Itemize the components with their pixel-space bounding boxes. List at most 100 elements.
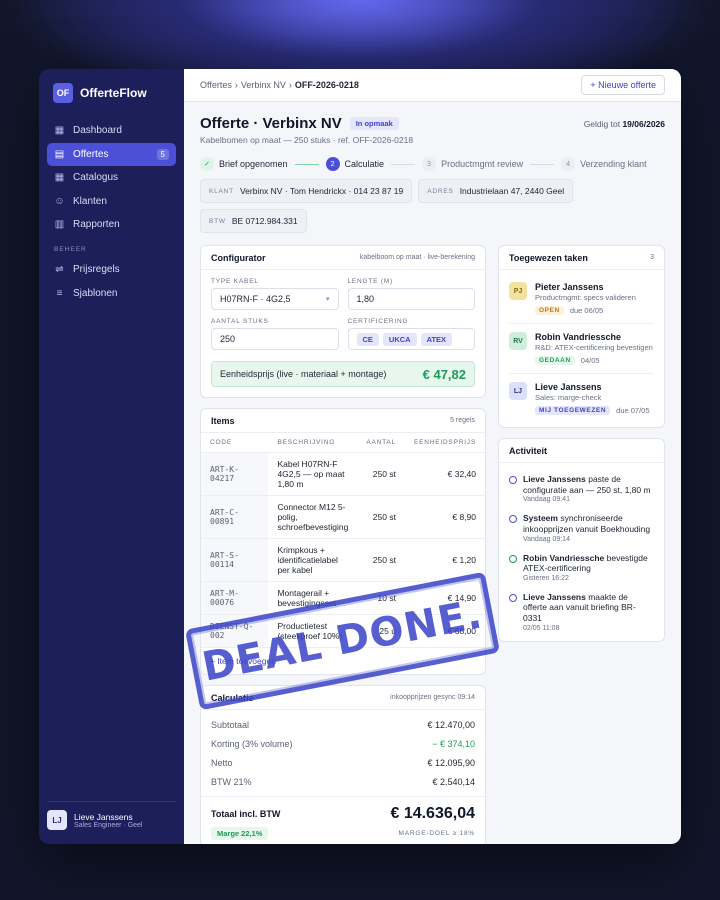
- user-profile[interactable]: LJ Lieve Janssens Sales Engineer · Geel: [47, 801, 176, 830]
- calc-value: − € 374,10: [432, 738, 475, 749]
- step-connector: [530, 163, 555, 165]
- sidebar-item-label: Klanten: [73, 195, 107, 207]
- task-status-badge: OPEN: [535, 306, 564, 315]
- tasks-card: Toegewezen taken 3 PJ Pieter Janssens Pr…: [498, 245, 665, 428]
- cert-tag[interactable]: CE: [356, 332, 379, 346]
- new-quote-button[interactable]: + Nieuwe offerte: [581, 75, 665, 95]
- vat-chip: BTW BE 0712.984.331: [200, 209, 307, 233]
- item-code: ART-S-00114: [201, 538, 269, 582]
- activity-item: Robin Vandriessche bevestigde ATEX-certi…: [499, 548, 664, 587]
- timeline-dot-icon: [509, 554, 517, 563]
- task-desc: Productmgmt: specs valideren: [535, 293, 636, 302]
- column-header[interactable]: BESCHRIJVING: [268, 433, 358, 453]
- calc-row-net: Netto € 12.095,90: [201, 753, 485, 772]
- table-row[interactable]: ART-S-00114 Krimpkous + identificatielab…: [201, 538, 485, 582]
- chip-key: BTW: [209, 217, 226, 225]
- sidebar-item-offertes[interactable]: ▤ Offertes 5: [47, 142, 176, 166]
- activity-item: Lieve Janssens paste de configuratie aan…: [499, 469, 664, 508]
- margin-badge: Marge 22,1%: [211, 827, 269, 840]
- check-icon: ✓: [200, 157, 214, 171]
- column-header[interactable]: AANTAL: [357, 433, 405, 453]
- sidebar-item-catalogus[interactable]: ▦ Catalogus: [47, 166, 176, 189]
- card-title: Configurator: [211, 252, 266, 263]
- valid-label: Geldig tot: [583, 118, 621, 129]
- content: Offerte · Verbinx NV In opmaak Geldig to…: [184, 102, 681, 844]
- quantity-input[interactable]: 250: [211, 328, 339, 350]
- sidebar-item-rapporten[interactable]: ▥ Rapporten: [47, 213, 176, 236]
- item-price: € 32,40: [404, 452, 485, 496]
- page-title: Offerte · Verbinx NV: [200, 115, 342, 132]
- brand[interactable]: OF OfferteFlow: [47, 83, 176, 103]
- chip-value: BE 0712.984.331: [231, 216, 298, 226]
- sidebar-item-prijsregels[interactable]: ⇌ Prijsregels: [47, 258, 176, 281]
- step-calculatie[interactable]: 2 Calculatie: [325, 157, 384, 171]
- field-label: TYPE KABEL: [211, 278, 259, 285]
- sliders-icon: ⇌: [55, 264, 64, 275]
- sidebar-item-klanten[interactable]: ☺ Klanten: [47, 190, 176, 213]
- task-assignee: Robin Vandriessche: [535, 332, 622, 342]
- cert-tag[interactable]: ATEX: [420, 332, 453, 346]
- margin-goal: MARGE-DOEL ≥ 18%: [398, 830, 475, 837]
- step-verzending[interactable]: 4 Verzending klant: [561, 157, 647, 171]
- task-status-badge: GEDAAN: [535, 356, 575, 365]
- step-number: 4: [561, 157, 576, 171]
- length-input[interactable]: 1,80: [347, 288, 475, 310]
- item-desc: Connector M12 5-polig, schroefbevestigin…: [268, 495, 358, 539]
- task-assignee: Lieve Janssens: [535, 382, 602, 392]
- sidebar-item-sjablonen[interactable]: ≡ Sjablonen: [47, 282, 176, 305]
- progress-steps: ✓ Brief opgenomen 2 Calculatie 3 Product…: [200, 157, 665, 171]
- count-badge: 5: [156, 148, 169, 160]
- step-number: 2: [325, 157, 340, 171]
- column-header[interactable]: CODE: [201, 433, 269, 453]
- task-item[interactable]: PJ Pieter Janssens Productmgmt: specs va…: [509, 274, 654, 324]
- app-window: OF OfferteFlow ▦ Dashboard ▤ Offertes 5 …: [39, 69, 681, 844]
- item-desc: Krimpkous + identificatielabel per kabel: [268, 538, 358, 582]
- activity-time: 02/05 11:08: [523, 624, 560, 632]
- unit-price-label: Eenheidsprijs (live · materiaal + montag…: [220, 369, 387, 379]
- unit-price-box: Eenheidsprijs (live · materiaal + montag…: [211, 361, 475, 387]
- step-connector: [294, 163, 319, 165]
- breadcrumb-offertes[interactable]: Offertes: [200, 80, 232, 90]
- sidebar-item-label: Prijsregels: [73, 264, 120, 275]
- activity-actor: Lieve Janssens: [523, 474, 586, 484]
- cable-type-select[interactable]: H07RN-F · 4G2,5 ▾: [211, 288, 339, 310]
- users-icon: ☺: [54, 195, 65, 207]
- step-label: Productmgmt review: [441, 159, 524, 169]
- field-label: CERTIFICERING: [347, 318, 409, 325]
- calc-value: € 12.470,00: [427, 719, 475, 730]
- sidebar-item-dashboard[interactable]: ▦ Dashboard: [47, 119, 176, 142]
- cert-tag[interactable]: UKCA: [382, 332, 417, 346]
- chip-value: Verbinx NV · Tom Hendrickx · 014 23 87 1…: [239, 186, 404, 196]
- card-meta: kabelboom op maat · live-berekening: [359, 254, 475, 261]
- task-item[interactable]: LJ Lieve Janssens Sales: marge-check MIJ…: [509, 374, 654, 423]
- user-role: Sales Engineer · Geel: [74, 821, 143, 829]
- sidebar-item-label: Catalogus: [73, 172, 119, 183]
- calc-row-discount: Korting (3% volume) − € 374,10: [201, 734, 485, 753]
- calc-value: € 12.095,90: [427, 757, 475, 768]
- task-item[interactable]: RV Robin Vandriessche R&D: ATEX-certific…: [509, 324, 654, 374]
- total-value: € 14.636,04: [390, 805, 475, 822]
- task-due: due 07/05: [616, 406, 650, 415]
- select-value: H07RN-F · 4G2,5: [220, 294, 291, 304]
- chevron-down-icon: ▾: [325, 296, 330, 303]
- valid-date: 19/06/2026: [622, 118, 665, 129]
- step-label: Brief opgenomen: [219, 159, 288, 169]
- sidebar: OF OfferteFlow ▦ Dashboard ▤ Offertes 5 …: [39, 69, 184, 844]
- main-area: Offertes › Verbinx NV › OFF-2026-0218 + …: [184, 69, 681, 844]
- table-row[interactable]: ART-C-00891 Connector M12 5-polig, schro…: [201, 495, 485, 539]
- step-brief[interactable]: ✓ Brief opgenomen: [200, 157, 288, 171]
- certification-field[interactable]: CE UKCA ATEX: [347, 328, 475, 350]
- breadcrumb-current: OFF-2026-0218: [294, 80, 359, 90]
- column-header[interactable]: EENHEIDSPRIJS: [404, 433, 485, 453]
- breadcrumb-client[interactable]: Verbinx NV: [241, 80, 286, 90]
- task-count: 3: [650, 254, 654, 261]
- field-label: AANTAL STUKS: [211, 318, 269, 325]
- avatar: RV: [509, 332, 527, 350]
- grid-icon: ▦: [54, 125, 65, 136]
- table-row[interactable]: ART-K-04217 Kabel H07RN-F 4G2,5 — op maa…: [201, 452, 485, 496]
- sidebar-item-label: Offertes: [73, 148, 109, 160]
- calc-row-vat: BTW 21% € 2.540,14: [201, 772, 485, 791]
- item-qty: 250 st: [357, 538, 405, 582]
- step-review[interactable]: 3 Productmgmt review: [422, 157, 523, 171]
- valid-until: Geldig tot 19/06/2026: [584, 119, 665, 129]
